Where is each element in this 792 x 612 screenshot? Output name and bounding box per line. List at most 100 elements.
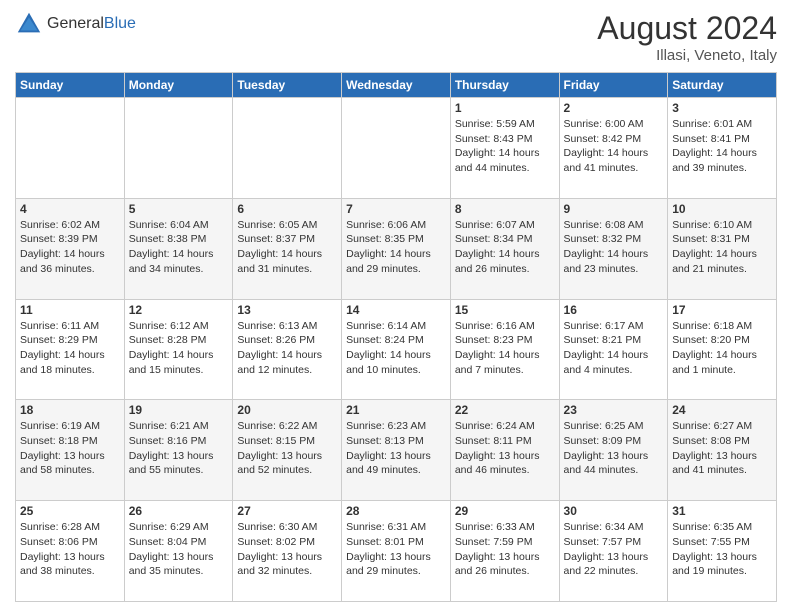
day-number: 9: [564, 202, 664, 216]
week-row-3: 11 Sunrise: 6:11 AMSunset: 8:29 PMDayligh…: [16, 299, 777, 400]
day-number: 18: [20, 403, 120, 417]
col-thursday: Thursday: [450, 73, 559, 98]
week-row-2: 4Sunrise: 6:02 AMSunset: 8:39 PMDaylight…: [16, 198, 777, 299]
day-info: Sunrise: 6:06 AMSunset: 8:35 PMDaylight:…: [346, 218, 446, 277]
day-info: Sunrise: 6:13 AMSunset: 8:26 PMDaylight:…: [237, 319, 337, 378]
logo-icon: [15, 10, 43, 38]
day-info: Sunrise: 6:27 AMSunset: 8:08 PMDaylight:…: [672, 419, 772, 478]
day-cell: 16 Sunrise: 6:17 AMSunset: 8:21 PMDayligh…: [559, 299, 668, 400]
day-number: 21: [346, 403, 446, 417]
day-cell: [16, 98, 125, 199]
day-number: 17: [672, 303, 772, 317]
day-info: Sunrise: 6:28 AMSunset: 8:06 PMDaylight:…: [20, 520, 120, 579]
day-number: 28: [346, 504, 446, 518]
day-number: 20: [237, 403, 337, 417]
day-cell: 18 Sunrise: 6:19 AMSunset: 8:18 PMDayligh…: [16, 400, 125, 501]
day-info: Sunrise: 6:29 AMSunset: 8:04 PMDaylight:…: [129, 520, 229, 579]
header: GeneralBlue August 2024 Illasi, Veneto, …: [15, 10, 777, 64]
day-info: Sunrise: 6:17 AMSunset: 8:21 PMDaylight:…: [564, 319, 664, 378]
day-cell: [342, 98, 451, 199]
day-number: 13: [237, 303, 337, 317]
day-cell: 12 Sunrise: 6:12 AMSunset: 8:28 PMDayligh…: [124, 299, 233, 400]
logo-blue: Blue: [104, 15, 136, 32]
day-cell: 1Sunrise: 5:59 AMSunset: 8:43 PMDaylight…: [450, 98, 559, 199]
day-number: 29: [455, 504, 555, 518]
day-number: 14: [346, 303, 446, 317]
day-info: Sunrise: 6:02 AMSunset: 8:39 PMDaylight:…: [20, 218, 120, 277]
day-info: Sunrise: 6:19 AMSunset: 8:18 PMDaylight:…: [20, 419, 120, 478]
day-cell: 15Sunrise: 6:16 AMSunset: 8:23 PMDayligh…: [450, 299, 559, 400]
title-block: August 2024 Illasi, Veneto, Italy: [597, 10, 777, 64]
day-number: 27: [237, 504, 337, 518]
day-info: Sunrise: 6:08 AMSunset: 8:32 PMDaylight:…: [564, 218, 664, 277]
day-cell: 21Sunrise: 6:23 AMSunset: 8:13 PMDayligh…: [342, 400, 451, 501]
day-cell: 17 Sunrise: 6:18 AMSunset: 8:20 PMDayligh…: [668, 299, 777, 400]
day-info: Sunrise: 6:11 AMSunset: 8:29 PMDaylight:…: [20, 319, 120, 378]
day-info: Sunrise: 6:01 AMSunset: 8:41 PMDaylight:…: [672, 117, 772, 176]
col-saturday: Saturday: [668, 73, 777, 98]
day-info: Sunrise: 6:30 AMSunset: 8:02 PMDaylight:…: [237, 520, 337, 579]
day-cell: 14Sunrise: 6:14 AMSunset: 8:24 PMDayligh…: [342, 299, 451, 400]
day-cell: 3 Sunrise: 6:01 AMSunset: 8:41 PMDaylight…: [668, 98, 777, 199]
day-number: 2: [564, 101, 664, 115]
day-number: 22: [455, 403, 555, 417]
col-friday: Friday: [559, 73, 668, 98]
day-info: Sunrise: 6:25 AMSunset: 8:09 PMDaylight:…: [564, 419, 664, 478]
day-cell: [124, 98, 233, 199]
day-number: 7: [346, 202, 446, 216]
day-number: 19: [129, 403, 229, 417]
calendar: Sunday Monday Tuesday Wednesday Thursday…: [15, 72, 777, 602]
location: Illasi, Veneto, Italy: [597, 47, 777, 64]
day-info: Sunrise: 6:10 AMSunset: 8:31 PMDaylight:…: [672, 218, 772, 277]
logo-general: General: [47, 15, 104, 32]
week-row-5: 25Sunrise: 6:28 AMSunset: 8:06 PMDayligh…: [16, 501, 777, 602]
day-info: Sunrise: 6:00 AMSunset: 8:42 PMDaylight:…: [564, 117, 664, 176]
day-cell: 28 Sunrise: 6:31 AMSunset: 8:01 PMDayligh…: [342, 501, 451, 602]
col-sunday: Sunday: [16, 73, 125, 98]
day-number: 11: [20, 303, 120, 317]
page-container: GeneralBlue August 2024 Illasi, Veneto, …: [0, 0, 792, 612]
day-cell: 11 Sunrise: 6:11 AMSunset: 8:29 PMDayligh…: [16, 299, 125, 400]
day-cell: 5 Sunrise: 6:04 AMSunset: 8:38 PMDaylight…: [124, 198, 233, 299]
day-number: 3: [672, 101, 772, 115]
day-info: Sunrise: 6:34 AMSunset: 7:57 PMDaylight:…: [564, 520, 664, 579]
day-number: 8: [455, 202, 555, 216]
logo: GeneralBlue: [15, 10, 136, 38]
day-info: Sunrise: 6:04 AMSunset: 8:38 PMDaylight:…: [129, 218, 229, 277]
day-cell: 9 Sunrise: 6:08 AMSunset: 8:32 PMDaylight…: [559, 198, 668, 299]
day-info: Sunrise: 6:18 AMSunset: 8:20 PMDaylight:…: [672, 319, 772, 378]
day-cell: 23 Sunrise: 6:25 AMSunset: 8:09 PMDayligh…: [559, 400, 668, 501]
week-row-4: 18 Sunrise: 6:19 AMSunset: 8:18 PMDayligh…: [16, 400, 777, 501]
day-cell: 7 Sunrise: 6:06 AMSunset: 8:35 PMDaylight…: [342, 198, 451, 299]
day-number: 23: [564, 403, 664, 417]
day-info: Sunrise: 6:31 AMSunset: 8:01 PMDaylight:…: [346, 520, 446, 579]
day-number: 31: [672, 504, 772, 518]
day-cell: 26 Sunrise: 6:29 AMSunset: 8:04 PMDayligh…: [124, 501, 233, 602]
day-number: 15: [455, 303, 555, 317]
day-cell: 8Sunrise: 6:07 AMSunset: 8:34 PMDaylight…: [450, 198, 559, 299]
day-number: 24: [672, 403, 772, 417]
day-cell: 6 Sunrise: 6:05 AMSunset: 8:37 PMDaylight…: [233, 198, 342, 299]
logo-text: GeneralBlue: [47, 15, 136, 33]
day-number: 16: [564, 303, 664, 317]
col-monday: Monday: [124, 73, 233, 98]
day-cell: 19Sunrise: 6:21 AMSunset: 8:16 PMDayligh…: [124, 400, 233, 501]
day-cell: 13 Sunrise: 6:13 AMSunset: 8:26 PMDayligh…: [233, 299, 342, 400]
day-number: 5: [129, 202, 229, 216]
day-cell: [233, 98, 342, 199]
day-number: 1: [455, 101, 555, 115]
day-cell: 2 Sunrise: 6:00 AMSunset: 8:42 PMDaylight…: [559, 98, 668, 199]
month-year: August 2024: [597, 10, 777, 47]
day-cell: 30 Sunrise: 6:34 AMSunset: 7:57 PMDayligh…: [559, 501, 668, 602]
day-number: 30: [564, 504, 664, 518]
day-number: 6: [237, 202, 337, 216]
day-cell: 25Sunrise: 6:28 AMSunset: 8:06 PMDayligh…: [16, 501, 125, 602]
day-info: Sunrise: 6:05 AMSunset: 8:37 PMDaylight:…: [237, 218, 337, 277]
day-number: 26: [129, 504, 229, 518]
day-info: Sunrise: 6:12 AMSunset: 8:28 PMDaylight:…: [129, 319, 229, 378]
day-cell: 31Sunrise: 6:35 AMSunset: 7:55 PMDayligh…: [668, 501, 777, 602]
day-info: Sunrise: 6:22 AMSunset: 8:15 PMDaylight:…: [237, 419, 337, 478]
col-wednesday: Wednesday: [342, 73, 451, 98]
day-number: 12: [129, 303, 229, 317]
week-row-1: 1Sunrise: 5:59 AMSunset: 8:43 PMDaylight…: [16, 98, 777, 199]
